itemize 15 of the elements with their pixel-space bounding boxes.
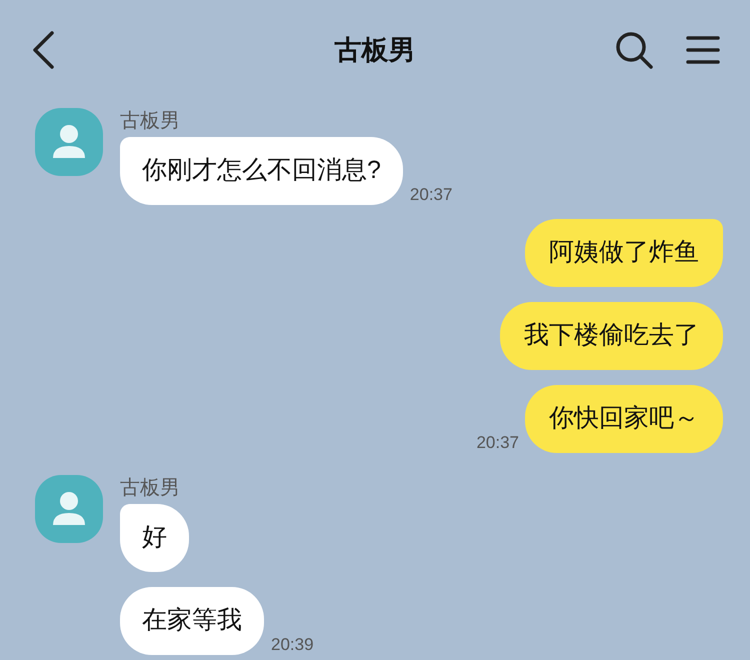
back-icon[interactable] [30,30,56,70]
menu-icon[interactable] [686,35,720,65]
search-icon[interactable] [614,30,654,70]
message-bubble: 你快回家吧～ [525,385,723,453]
timestamp: 20:37 [476,433,519,453]
message-bubble: 好 [120,504,189,572]
chat-title: 古板男 [334,34,416,67]
sender-name: 古板男 [120,476,181,501]
message-bubble: 阿姨做了炸鱼 [525,219,723,287]
timestamp: 20:37 [410,185,452,205]
message-bubble: 在家等我 [120,587,264,655]
message-bubble: 你刚才怎么不回消息? [120,137,403,205]
sender-name: 古板男 [120,109,181,134]
message-bubble: 我下楼偷吃去了 [500,302,723,370]
timestamp: 20:39 [271,635,314,655]
